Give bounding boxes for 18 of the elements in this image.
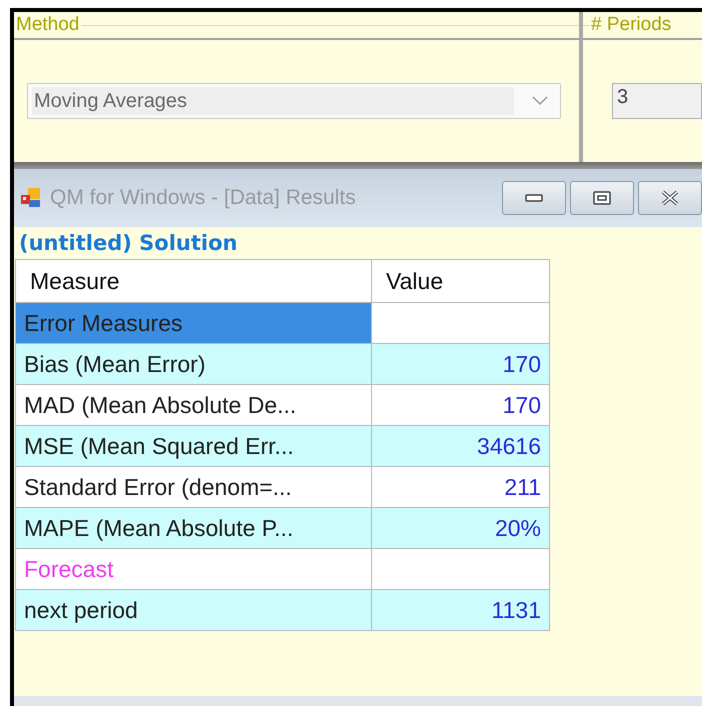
- restore-icon: [593, 191, 611, 205]
- table-cell[interactable]: 1131: [372, 590, 550, 630]
- solution-heading: (untitled) Solution: [18, 231, 238, 257]
- minimize-icon: [525, 194, 543, 202]
- column-header: Value: [372, 260, 550, 302]
- app-icon: [20, 187, 42, 209]
- group-label: # Periods: [590, 14, 672, 36]
- close-icon: [660, 190, 680, 206]
- table-cell[interactable]: next period: [16, 590, 372, 630]
- close-button[interactable]: [638, 181, 702, 215]
- periods-field[interactable]: 3: [612, 83, 702, 119]
- minimize-button[interactable]: [502, 181, 566, 215]
- window-title: QM for Windows - [Data] Results: [50, 186, 357, 210]
- chevron-icon: [532, 96, 548, 106]
- column-header: Measure: [16, 260, 372, 302]
- restore-button[interactable]: [570, 181, 634, 215]
- table-cell[interactable]: Error Measures: [16, 302, 372, 344]
- group-label: Method: [15, 14, 80, 36]
